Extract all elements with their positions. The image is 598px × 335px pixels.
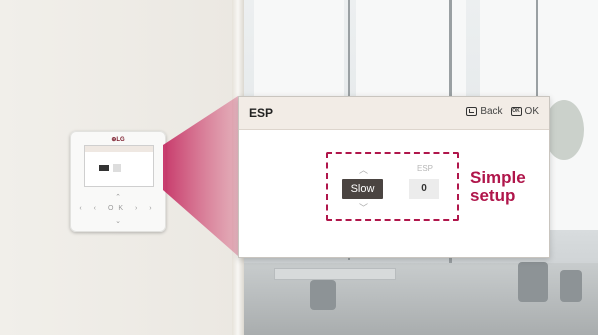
panel-header: ESP Back OK OK [239, 97, 549, 130]
back-button[interactable]: Back [480, 106, 502, 117]
header-actions: Back OK OK [466, 106, 539, 117]
ok-button[interactable]: OK [525, 106, 539, 117]
fan-mode-selector[interactable]: Slow [342, 179, 383, 199]
chevron-up-icon[interactable]: ︿ [359, 163, 368, 176]
esp-label: ESP [417, 164, 434, 173]
page-title: ESP [249, 106, 274, 120]
back-icon[interactable] [466, 107, 478, 116]
simple-setup-callout: Simple setup [470, 169, 526, 205]
chevron-down-icon[interactable]: ﹀ [359, 201, 368, 214]
esp-value[interactable]: 0 [409, 179, 439, 199]
callout-line-1: Simple [470, 168, 526, 187]
callout-line-2: setup [470, 186, 516, 205]
ok-icon[interactable]: OK [510, 107, 522, 116]
